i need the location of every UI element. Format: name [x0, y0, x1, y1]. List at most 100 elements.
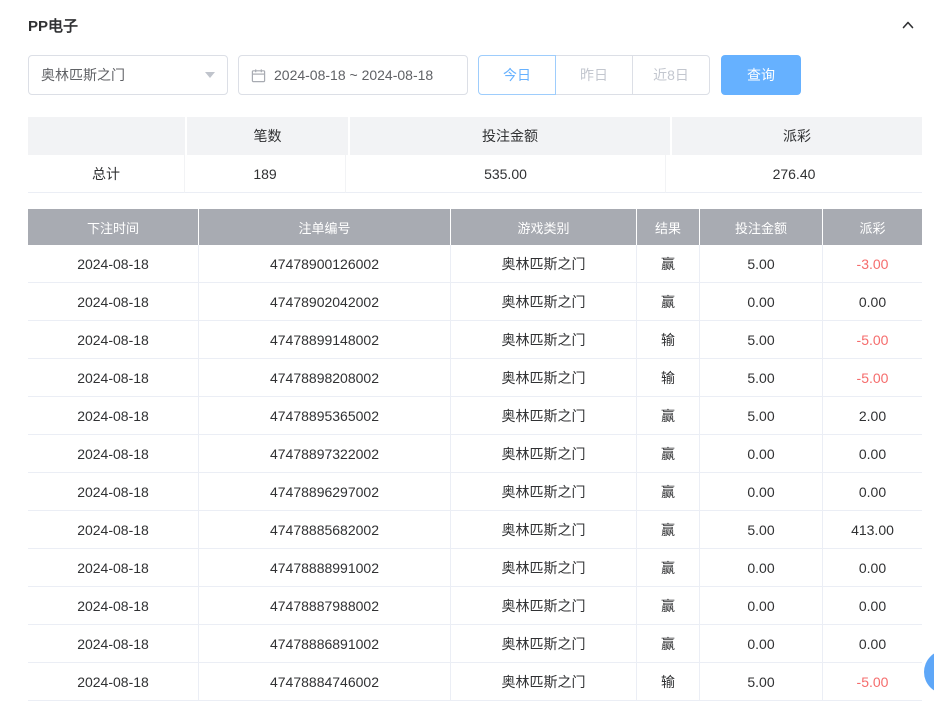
cell-result: 赢	[637, 283, 700, 320]
cell-result: 输	[637, 359, 700, 396]
cell-bet-amount: 0.00	[700, 473, 823, 510]
cell-bet-number: 47478895365002	[199, 397, 451, 434]
cell-bet-number: 47478887988002	[199, 587, 451, 624]
filter-bar: 奥林匹斯之门 2024-08-18 ~ 2024-08-18 今日 昨日 近8日…	[28, 55, 922, 95]
cell-game-type: 奥林匹斯之门	[451, 359, 637, 396]
table-row: 2024-08-1847478900126002奥林匹斯之门赢5.00-3.00	[28, 245, 922, 283]
cell-bet-number: 47478902042002	[199, 283, 451, 320]
cell-payout: -5.00	[823, 359, 922, 396]
bet-table-header: 下注时间 注单编号 游戏类别 结果 投注金额 派彩	[28, 209, 922, 245]
cell-bet-amount: 0.00	[700, 625, 823, 662]
game-select[interactable]: 奥林匹斯之门	[28, 55, 228, 95]
cell-bet-time: 2024-08-18	[28, 473, 199, 510]
cell-game-type: 奥林匹斯之门	[451, 435, 637, 472]
date-range-input[interactable]: 2024-08-18 ~ 2024-08-18	[238, 55, 468, 95]
summary-header-payout: 派彩	[672, 117, 922, 155]
cell-bet-number: 47478900126002	[199, 245, 451, 282]
header-bet-amount: 投注金额	[700, 209, 823, 245]
cell-game-type: 奥林匹斯之门	[451, 283, 637, 320]
cell-result: 赢	[637, 511, 700, 548]
cell-bet-amount: 5.00	[700, 321, 823, 358]
cell-bet-time: 2024-08-18	[28, 245, 199, 282]
table-row: 2024-08-1847478896297002奥林匹斯之门赢0.000.00	[28, 473, 922, 511]
cell-bet-amount: 0.00	[700, 435, 823, 472]
cell-bet-amount: 0.00	[700, 549, 823, 586]
cell-bet-time: 2024-08-18	[28, 587, 199, 624]
cell-bet-number: 47478886891002	[199, 625, 451, 662]
summary-total-bet-amount: 535.00	[346, 155, 666, 193]
cell-bet-time: 2024-08-18	[28, 435, 199, 472]
cell-payout: 0.00	[823, 549, 922, 586]
cell-game-type: 奥林匹斯之门	[451, 587, 637, 624]
cell-bet-number: 47478898208002	[199, 359, 451, 396]
cell-bet-number: 47478896297002	[199, 473, 451, 510]
header-bet-time: 下注时间	[28, 209, 199, 245]
pp-games-panel: PP电子 奥林匹斯之门 2024-08-18 ~ 2024-08-18 今日 昨…	[0, 0, 934, 701]
cell-payout: 2.00	[823, 397, 922, 434]
bet-table-body: 2024-08-1847478900126002奥林匹斯之门赢5.00-3.00…	[28, 245, 922, 701]
bet-table: 下注时间 注单编号 游戏类别 结果 投注金额 派彩 2024-08-184747…	[28, 209, 922, 701]
chevron-down-icon	[205, 72, 215, 78]
cell-payout: 0.00	[823, 435, 922, 472]
summary-table: 笔数 投注金额 派彩 总计 189 535.00 276.40	[28, 117, 922, 193]
yesterday-button[interactable]: 昨日	[555, 55, 633, 95]
cell-bet-amount: 5.00	[700, 397, 823, 434]
cell-payout: 0.00	[823, 587, 922, 624]
cell-bet-time: 2024-08-18	[28, 359, 199, 396]
cell-bet-amount: 0.00	[700, 283, 823, 320]
summary-total-label: 总计	[28, 155, 185, 193]
table-row: 2024-08-1847478895365002奥林匹斯之门赢5.002.00	[28, 397, 922, 435]
header-result: 结果	[637, 209, 700, 245]
cell-payout: 0.00	[823, 283, 922, 320]
header-bet-number: 注单编号	[199, 209, 451, 245]
collapse-button[interactable]	[900, 17, 916, 33]
summary-header-row: 笔数 投注金额 派彩	[28, 117, 922, 155]
cell-bet-number: 47478885682002	[199, 511, 451, 548]
table-row: 2024-08-1847478884746002奥林匹斯之门输5.00-5.00	[28, 663, 922, 701]
cell-payout: 0.00	[823, 625, 922, 662]
cell-game-type: 奥林匹斯之门	[451, 549, 637, 586]
cell-game-type: 奥林匹斯之门	[451, 473, 637, 510]
cell-result: 赢	[637, 625, 700, 662]
summary-total-row: 总计 189 535.00 276.40	[28, 155, 922, 193]
cell-game-type: 奥林匹斯之门	[451, 245, 637, 282]
query-button[interactable]: 查询	[721, 55, 801, 95]
cell-result: 输	[637, 663, 700, 700]
summary-header-count: 笔数	[187, 117, 348, 155]
quick-date-button-group: 今日 昨日 近8日	[478, 55, 710, 95]
cell-bet-amount: 5.00	[700, 511, 823, 548]
header-game-type: 游戏类别	[451, 209, 637, 245]
cell-result: 赢	[637, 549, 700, 586]
cell-bet-time: 2024-08-18	[28, 625, 199, 662]
cell-payout: 413.00	[823, 511, 922, 548]
cell-game-type: 奥林匹斯之门	[451, 511, 637, 548]
cell-game-type: 奥林匹斯之门	[451, 321, 637, 358]
last-8-days-button[interactable]: 近8日	[632, 55, 710, 95]
cell-result: 赢	[637, 397, 700, 434]
cell-result: 赢	[637, 245, 700, 282]
summary-total-payout: 276.40	[666, 155, 922, 193]
cell-bet-amount: 5.00	[700, 245, 823, 282]
cell-result: 输	[637, 321, 700, 358]
date-range-value: 2024-08-18 ~ 2024-08-18	[274, 67, 433, 83]
cell-result: 赢	[637, 435, 700, 472]
table-row: 2024-08-1847478899148002奥林匹斯之门输5.00-5.00	[28, 321, 922, 359]
cell-bet-amount: 5.00	[700, 663, 823, 700]
cell-result: 赢	[637, 587, 700, 624]
cell-payout: -5.00	[823, 321, 922, 358]
today-button[interactable]: 今日	[478, 55, 556, 95]
cell-bet-number: 47478884746002	[199, 663, 451, 700]
panel-title: PP电子	[28, 15, 78, 36]
cell-payout: 0.00	[823, 473, 922, 510]
cell-result: 赢	[637, 473, 700, 510]
cell-bet-time: 2024-08-18	[28, 511, 199, 548]
cell-bet-time: 2024-08-18	[28, 321, 199, 358]
cell-bet-time: 2024-08-18	[28, 663, 199, 700]
game-select-value: 奥林匹斯之门	[41, 65, 125, 85]
cell-game-type: 奥林匹斯之门	[451, 663, 637, 700]
cell-bet-number: 47478897322002	[199, 435, 451, 472]
header-payout: 派彩	[823, 209, 922, 245]
table-row: 2024-08-1847478898208002奥林匹斯之门输5.00-5.00	[28, 359, 922, 397]
chevron-up-icon	[900, 17, 916, 33]
cell-bet-amount: 0.00	[700, 587, 823, 624]
